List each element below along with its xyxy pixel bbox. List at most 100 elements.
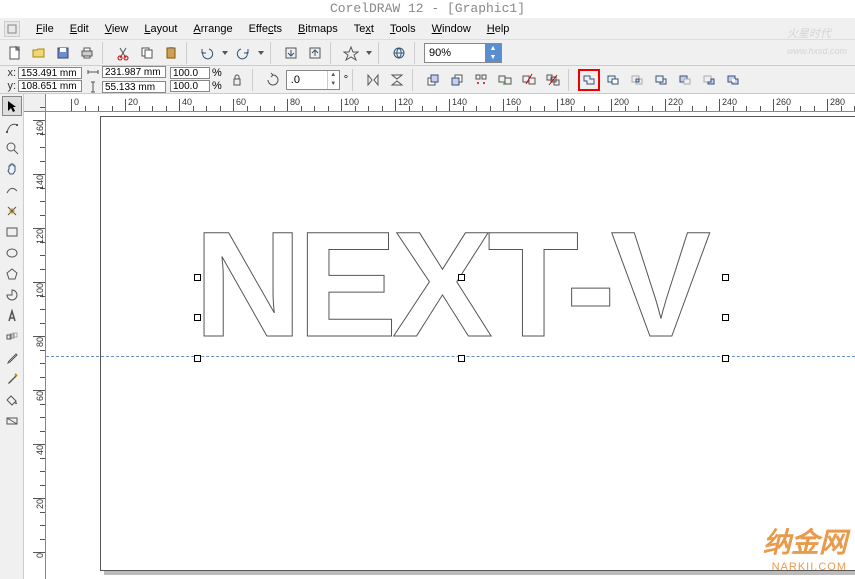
to-back-button[interactable] <box>446 69 468 91</box>
menu-tools[interactable]: Tools <box>382 21 424 37</box>
redo-button[interactable] <box>232 42 254 64</box>
menu-bitmaps[interactable]: Bitmaps <box>290 21 346 37</box>
ungroup-all-button[interactable] <box>542 69 564 91</box>
height-input[interactable] <box>102 81 166 93</box>
zoom-combo[interactable]: ▲▼ <box>424 43 502 63</box>
scale-x-input[interactable] <box>170 67 210 79</box>
copy-button[interactable] <box>136 42 158 64</box>
canvas-area[interactable]: 020406080100120140160180200220240260280 … <box>24 94 855 579</box>
x-input[interactable] <box>18 67 82 79</box>
menu-view[interactable]: View <box>97 21 137 37</box>
smart-draw-tool[interactable] <box>2 201 22 221</box>
undo-button[interactable] <box>196 42 218 64</box>
handle-tr[interactable] <box>722 274 729 281</box>
separator <box>414 42 420 64</box>
scale-group: % % <box>170 67 222 92</box>
menu-file[interactable]: File <box>28 21 62 37</box>
zoom-tool[interactable] <box>2 138 22 158</box>
trim-button[interactable] <box>602 69 624 91</box>
standard-toolbar: ▲▼ <box>0 40 855 66</box>
import-button[interactable] <box>280 42 302 64</box>
handle-bm[interactable] <box>458 355 465 362</box>
rotation-icon <box>262 69 284 91</box>
drawing-page[interactable]: NEXT-V <box>46 112 855 579</box>
shape-tool[interactable] <box>2 117 22 137</box>
rotation-spinner[interactable]: ▲▼ <box>327 71 339 89</box>
handle-bl[interactable] <box>194 355 201 362</box>
eyedropper-tool[interactable] <box>2 348 22 368</box>
separator <box>330 42 336 64</box>
save-button[interactable] <box>52 42 74 64</box>
outline-tool[interactable] <box>2 369 22 389</box>
menu-help[interactable]: Help <box>479 21 518 37</box>
ellipse-tool[interactable] <box>2 243 22 263</box>
group-button[interactable] <box>494 69 516 91</box>
front-minus-back-button[interactable] <box>674 69 696 91</box>
polygon-tool[interactable] <box>2 264 22 284</box>
ruler-origin[interactable] <box>24 94 46 112</box>
workspace: 020406080100120140160180200220240260280 … <box>0 94 855 579</box>
cut-button[interactable] <box>112 42 134 64</box>
width-icon <box>86 65 100 79</box>
y-input[interactable] <box>18 80 82 92</box>
new-button[interactable] <box>4 42 26 64</box>
pick-tool[interactable] <box>2 96 22 116</box>
corel-online-button[interactable] <box>388 42 410 64</box>
rotation-input-group[interactable]: ▲▼ <box>286 70 340 90</box>
app-launcher-button[interactable] <box>340 42 362 64</box>
basic-shapes-tool[interactable] <box>2 285 22 305</box>
separator <box>568 69 574 91</box>
handle-ml[interactable] <box>194 314 201 321</box>
window-icon[interactable] <box>4 21 20 37</box>
zoom-input[interactable] <box>425 44 485 62</box>
simplify-button[interactable] <box>650 69 672 91</box>
mirror-v-button[interactable] <box>386 69 408 91</box>
width-input[interactable] <box>102 66 166 78</box>
lock-ratio-button[interactable] <box>226 69 248 91</box>
intersect-button[interactable] <box>626 69 648 91</box>
separator <box>352 69 358 91</box>
print-button[interactable] <box>76 42 98 64</box>
freehand-tool[interactable] <box>2 180 22 200</box>
hand-tool[interactable] <box>2 159 22 179</box>
menu-arrange[interactable]: Arrange <box>185 21 240 37</box>
y-label: y: <box>4 80 16 92</box>
handle-tl[interactable] <box>194 274 201 281</box>
align-button[interactable] <box>470 69 492 91</box>
paste-button[interactable] <box>160 42 182 64</box>
rectangle-tool[interactable] <box>2 222 22 242</box>
menu-layout[interactable]: Layout <box>136 21 185 37</box>
mirror-h-button[interactable] <box>362 69 384 91</box>
separator <box>102 42 108 64</box>
zoom-spinner[interactable]: ▲▼ <box>485 44 501 62</box>
app-launcher-dropdown[interactable] <box>364 42 374 64</box>
degree-label: ° <box>344 74 348 86</box>
menu-window[interactable]: Window <box>424 21 479 37</box>
handle-tm[interactable] <box>458 274 465 281</box>
ruler-horizontal[interactable]: 020406080100120140160180200220240260280 <box>46 94 855 112</box>
undo-dropdown[interactable] <box>220 42 230 64</box>
back-minus-front-button[interactable] <box>698 69 720 91</box>
title-bar: CorelDRAW 12 - [Graphic1] <box>0 0 855 18</box>
ruler-vertical[interactable]: 020406080100120140160 <box>24 112 46 579</box>
ungroup-button[interactable] <box>518 69 540 91</box>
handle-mr[interactable] <box>722 314 729 321</box>
weld-button[interactable] <box>578 69 600 91</box>
separator <box>186 42 192 64</box>
interactive-fill-tool[interactable] <box>2 411 22 431</box>
fill-tool[interactable] <box>2 390 22 410</box>
menu-text[interactable]: Text <box>346 21 382 37</box>
open-button[interactable] <box>28 42 50 64</box>
scale-y-input[interactable] <box>170 80 210 92</box>
export-button[interactable] <box>304 42 326 64</box>
rotation-input[interactable] <box>287 71 327 89</box>
text-tool[interactable] <box>2 306 22 326</box>
interactive-blend-tool[interactable] <box>2 327 22 347</box>
size-group <box>86 65 166 94</box>
redo-dropdown[interactable] <box>256 42 266 64</box>
menu-effects[interactable]: Effects <box>241 21 290 37</box>
to-front-button[interactable] <box>422 69 444 91</box>
handle-br[interactable] <box>722 355 729 362</box>
combine-button[interactable] <box>722 69 744 91</box>
menu-edit[interactable]: Edit <box>62 21 97 37</box>
